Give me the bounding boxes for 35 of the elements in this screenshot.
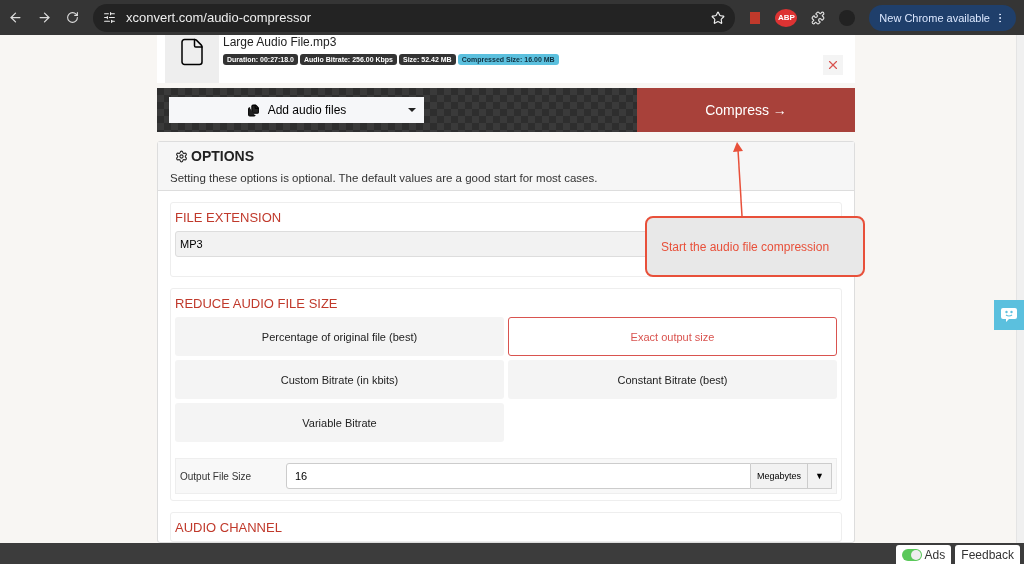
update-button[interactable]: New Chrome available — [869, 4, 1016, 31]
settings-icon — [175, 149, 188, 163]
file-name: Large Audio File.mp3 — [223, 35, 338, 49]
files-icon — [246, 103, 260, 117]
extensions-icon[interactable] — [811, 10, 826, 25]
smiley-chat-icon — [1000, 306, 1018, 324]
ads-toggle[interactable]: Ads — [895, 545, 952, 564]
method-option[interactable]: Exact output size — [508, 317, 837, 356]
unit-select[interactable]: Megabytes — [750, 463, 808, 489]
method-option[interactable]: Custom Bitrate (in kbits) — [175, 360, 504, 399]
options-description: Setting these options is optional. The default values are a good start for most cases. — [170, 172, 599, 184]
site-settings-icon[interactable] — [103, 11, 116, 24]
annotation-tooltip: Start the audio file compression — [645, 216, 865, 277]
back-icon[interactable] — [8, 10, 23, 25]
bookmark-icon[interactable] — [711, 10, 726, 25]
method-option[interactable]: Percentage of original file (best) — [175, 317, 504, 356]
compress-button[interactable]: Compress → — [637, 88, 855, 132]
close-icon — [826, 58, 840, 72]
field-label: Output File Size — [180, 470, 253, 482]
method-option[interactable]: Variable Bitrate — [175, 403, 504, 442]
feedback-button[interactable]: Feedback — [955, 545, 1020, 564]
adblock-icon[interactable]: ABP — [775, 8, 798, 27]
reload-icon[interactable] — [66, 11, 79, 24]
add-files-button[interactable]: Add audio files — [169, 97, 424, 123]
output-size-field[interactable]: 16 — [286, 463, 751, 489]
address-bar[interactable]: xconvert.com/audio-compressor — [93, 3, 736, 32]
options-title: OPTIONS — [191, 148, 254, 164]
forward-icon[interactable] — [37, 10, 52, 25]
section-title: FILE EXTENSION — [175, 210, 283, 225]
method-option[interactable]: Constant Bitrate (best) — [508, 360, 837, 399]
scrollbar[interactable] — [1016, 35, 1024, 543]
section-title: AUDIO CHANNEL — [175, 520, 283, 535]
unit-dropdown-button[interactable]: ▼ — [808, 463, 832, 489]
section-title: REDUCE AUDIO FILE SIZE — [175, 296, 339, 311]
close-button[interactable] — [823, 55, 843, 75]
